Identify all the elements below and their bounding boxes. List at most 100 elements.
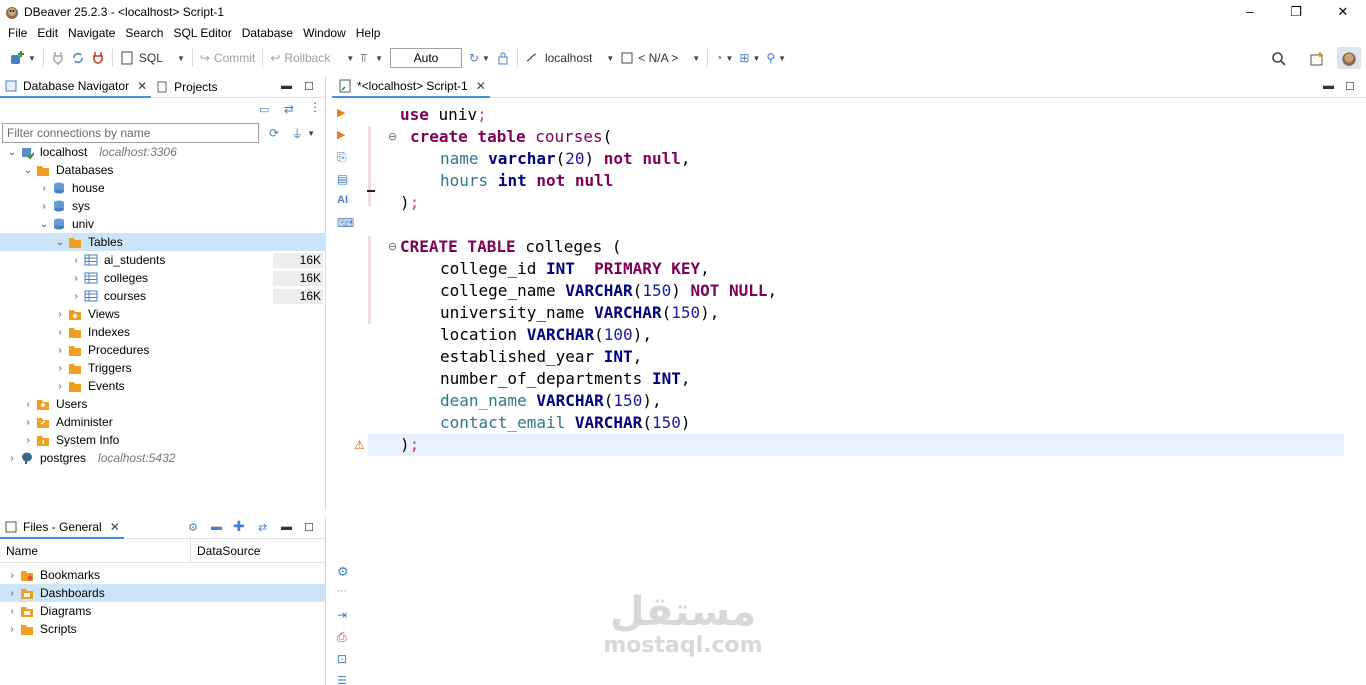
minimize-panel-icon[interactable]: ▬	[281, 521, 292, 533]
chevron-right-icon[interactable]: ›	[54, 327, 66, 338]
menu-navigate[interactable]: Navigate	[68, 26, 115, 40]
close-icon[interactable]: ✕	[137, 79, 147, 93]
tree-node-localhost[interactable]: ⌄ localhost localhost:3306	[0, 143, 326, 161]
filter-connections-input[interactable]: Filter connections by name	[2, 123, 259, 143]
filter-connected-icon[interactable]: ⟳	[269, 126, 279, 140]
chevron-right-icon[interactable]: ›	[54, 345, 66, 356]
explain-plan-icon[interactable]: ▤	[337, 172, 351, 186]
minimize-editor-icon[interactable]: ▬	[1323, 80, 1334, 92]
maximize-editor-icon[interactable]: ☐	[1345, 80, 1355, 93]
tab-projects[interactable]: Projects	[151, 76, 221, 98]
tree-node-tables[interactable]: ⌄ Tables	[0, 233, 326, 251]
chevron-right-icon[interactable]: ›	[6, 606, 18, 617]
chevron-down-icon[interactable]: ⌄	[54, 237, 66, 248]
files-item-bookmarks[interactable]: › Bookmarks	[0, 566, 325, 584]
menu-file[interactable]: File	[8, 26, 27, 40]
dbeaver-perspective-button[interactable]	[1337, 47, 1361, 69]
sql-editor[interactable]: ▶ ▶ ⎘ ▤ AI ⌨ ⚙ ⋯ ⇥ ⎙ ⊡ ☰ ⚠ ⊖ ⊖ use univ;…	[332, 100, 1366, 685]
tab-script-1[interactable]: *<localhost> Script-1 ✕	[332, 76, 490, 98]
files-item-diagrams[interactable]: › Diagrams	[0, 602, 325, 620]
chevron-right-icon[interactable]: ›	[54, 309, 66, 320]
tree-node-sys[interactable]: › sys	[0, 197, 326, 215]
chevron-right-icon[interactable]: ›	[6, 624, 18, 635]
maximize-panel-icon[interactable]: ☐	[304, 521, 314, 534]
maximize-panel-icon[interactable]: ☐	[304, 80, 314, 93]
tree-node-house[interactable]: › house	[0, 179, 326, 197]
add-icon[interactable]: ✚	[233, 518, 245, 535]
ai-assistant-icon[interactable]: AI	[337, 194, 351, 208]
fold-toggle-icon[interactable]: ⊖	[388, 240, 397, 253]
tree-node-databases[interactable]: ⌄ Databases	[0, 161, 326, 179]
chevron-right-icon[interactable]: ›	[70, 273, 82, 284]
execute-statement-icon[interactable]: ▶	[337, 106, 351, 120]
sql-editor-button[interactable]: SQL ▼	[117, 47, 188, 69]
restore-button[interactable]: ❐	[1273, 0, 1319, 23]
fold-toggle-icon[interactable]: ⊖	[388, 130, 397, 143]
chevron-right-icon[interactable]: ›	[54, 363, 66, 374]
close-icon[interactable]: ✕	[110, 520, 120, 534]
link-with-editor-icon[interactable]: ⇄	[284, 102, 294, 116]
active-schema-selector[interactable]: < N/A > ▼	[617, 47, 703, 69]
tree-node-postgres[interactable]: › postgres localhost:5432	[0, 449, 326, 467]
dashboard-button[interactable]: ◔ ▼	[712, 47, 736, 69]
tree-node-courses[interactable]: › courses 16K	[0, 287, 326, 305]
menu-search[interactable]: Search	[125, 26, 163, 40]
minimize-panel-icon[interactable]: ▬	[281, 80, 292, 92]
chevron-right-icon[interactable]: ›	[70, 255, 82, 266]
chevron-right-icon[interactable]: ›	[38, 201, 50, 212]
tree-node-procedures[interactable]: › Procedures	[0, 341, 326, 359]
global-search-button[interactable]	[1268, 48, 1290, 70]
close-button[interactable]: ✕	[1320, 0, 1366, 23]
files-item-scripts[interactable]: › Scripts	[0, 620, 325, 638]
file-icon[interactable]: ⎙	[337, 630, 351, 644]
lock-button[interactable]	[493, 47, 513, 69]
tree-node-administer[interactable]: › Administer	[0, 413, 326, 431]
column-datasource[interactable]: DataSource	[191, 544, 260, 558]
chevron-down-icon[interactable]: ⌄	[38, 219, 50, 230]
chevron-down-icon[interactable]: ▼	[307, 129, 315, 138]
filter-settings-icon[interactable]: ⏚	[291, 125, 303, 142]
transaction-mode-box[interactable]: Auto	[389, 48, 462, 68]
tree-node-indexes[interactable]: › Indexes	[0, 323, 326, 341]
close-icon[interactable]: ✕	[476, 79, 486, 93]
collapse-all-icon[interactable]: ▭	[259, 103, 269, 116]
menu-sql-editor[interactable]: SQL Editor	[173, 26, 231, 40]
rollback-button[interactable]: ↩ Rollback ▼	[267, 47, 357, 69]
tree-node-events[interactable]: › Events	[0, 377, 326, 395]
execute-script-icon[interactable]: ▶	[337, 128, 351, 142]
chevron-down-icon[interactable]: ⌄	[22, 165, 34, 176]
erd-button[interactable]: ⊞ ▼	[736, 47, 763, 69]
tab-files-general[interactable]: Files - General ✕	[0, 517, 124, 539]
column-name[interactable]: Name	[0, 538, 191, 563]
find-button[interactable]: ⚲ ▼	[763, 47, 789, 69]
disconnect-button[interactable]	[88, 47, 108, 69]
tree-node-system-info[interactable]: › System Info	[0, 431, 326, 449]
chevron-right-icon[interactable]: ›	[22, 417, 34, 428]
new-connection-button[interactable]: ▼	[6, 47, 39, 69]
menu-database[interactable]: Database	[242, 26, 293, 40]
chevron-right-icon[interactable]: ›	[70, 291, 82, 302]
gear-icon[interactable]: ⚙	[337, 564, 351, 579]
chevron-right-icon[interactable]: ›	[6, 453, 18, 464]
tree-node-views[interactable]: › Views	[0, 305, 326, 323]
chevron-down-icon[interactable]: ⌄	[6, 147, 18, 158]
chevron-right-icon[interactable]: ›	[54, 381, 66, 392]
menu-edit[interactable]: Edit	[37, 26, 58, 40]
chevron-right-icon[interactable]: ›	[22, 399, 34, 410]
tree-node-users[interactable]: › Users	[0, 395, 326, 413]
execute-new-tab-icon[interactable]: ⎘	[337, 150, 351, 164]
chevron-right-icon[interactable]: ›	[6, 570, 18, 581]
tree-node-colleges[interactable]: › colleges 16K	[0, 269, 326, 287]
minimize-button[interactable]: –	[1227, 0, 1273, 23]
chevron-right-icon[interactable]: ›	[38, 183, 50, 194]
tab-database-navigator[interactable]: Database Navigator ✕	[0, 76, 152, 98]
menu-help[interactable]: Help	[356, 26, 381, 40]
more-icon[interactable]: ⋯	[337, 586, 351, 600]
view-menu-icon[interactable]: ⋮	[309, 100, 321, 114]
chevron-right-icon[interactable]: ›	[22, 435, 34, 446]
menu-window[interactable]: Window	[303, 26, 346, 40]
editor-scrollbar[interactable]	[1354, 100, 1366, 685]
format-icon[interactable]: ⊡	[337, 652, 351, 666]
history-button[interactable]: ↻ ▼	[466, 47, 493, 69]
terminal-icon[interactable]: ⌨	[337, 216, 354, 230]
